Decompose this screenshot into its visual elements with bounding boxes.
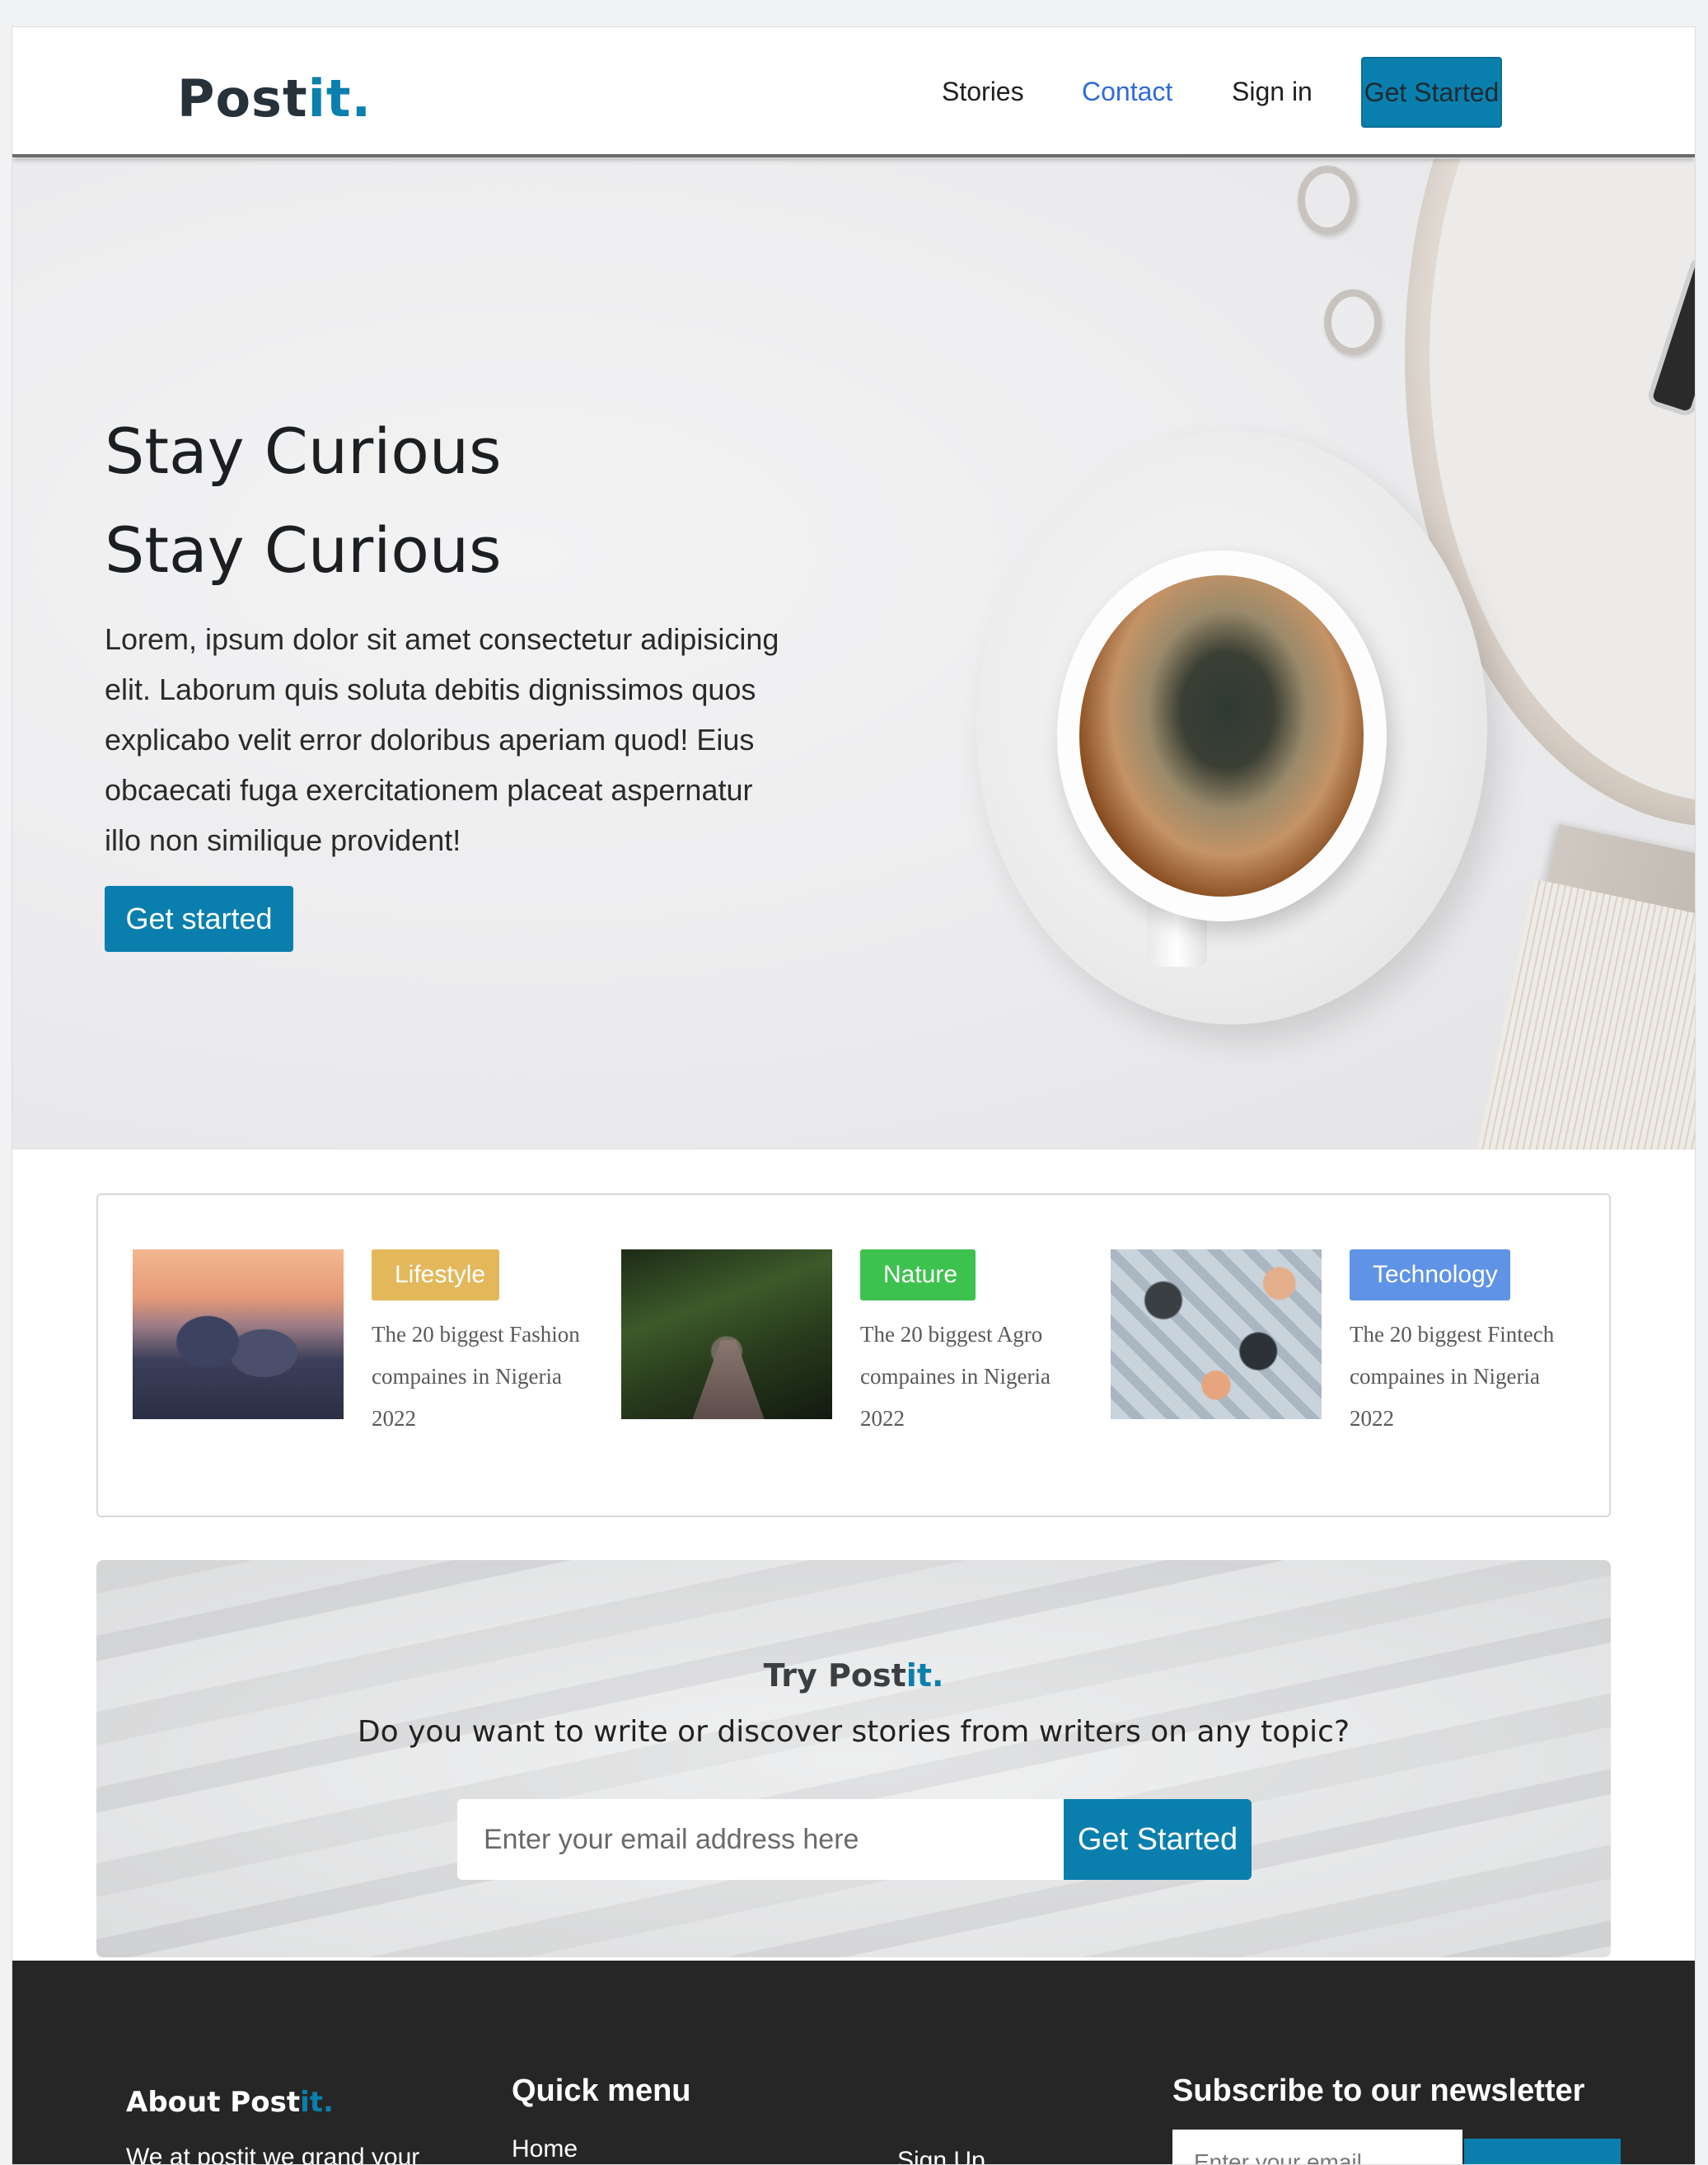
footer-about-title: About Postit.: [126, 2086, 334, 2119]
email-input[interactable]: [457, 1799, 1064, 1880]
try-title-main: Try Post: [763, 1657, 906, 1694]
footer: About Postit. We at postit we grand your…: [12, 1961, 1695, 2165]
newsletter-email-input[interactable]: [1172, 2130, 1462, 2164]
hero-description: Lorem, ipsum dolor sit amet consectetur …: [105, 622, 779, 857]
try-postit-section: Try Postit. Do you want to write or disc…: [96, 1560, 1611, 1957]
about-title-accent: it.: [300, 2086, 334, 2119]
category-description[interactable]: The 20 biggest Agro compaines in Nigeria…: [860, 1314, 1083, 1440]
navbar: Postit. Stories Contact Sign in Get Star…: [12, 27, 1695, 157]
nav-signin-link[interactable]: Sign in: [1232, 77, 1313, 107]
about-title-main: About Post: [126, 2086, 301, 2119]
logo[interactable]: Postit.: [177, 68, 372, 129]
footer-about-text: We at postit we grand your: [126, 2144, 420, 2165]
hero-image-coffee: [1079, 575, 1364, 897]
footer-home-link[interactable]: Home: [512, 2135, 578, 2163]
lifestyle-badge[interactable]: Lifestyle: [372, 1249, 499, 1300]
hero-image-ring: [1298, 166, 1357, 235]
try-postit-title: Try Postit.: [96, 1657, 1611, 1694]
nature-thumbnail[interactable]: [621, 1249, 832, 1419]
hero-image-ring: [1324, 289, 1382, 355]
try-title-accent: it.: [905, 1657, 944, 1694]
hero-section: Stay Curious Stay Curious Lorem, ipsum d…: [12, 159, 1695, 1150]
category-card-nature[interactable]: Nature The 20 biggest Agro compaines in …: [621, 1249, 1083, 1431]
footer-newsletter-title: Subscribe to our newsletter: [1172, 2074, 1585, 2108]
category-description[interactable]: The 20 biggest Fashion compaines in Nige…: [372, 1314, 594, 1440]
page: Postit. Stories Contact Sign in Get Star…: [12, 26, 1696, 2165]
nature-badge[interactable]: Nature: [860, 1249, 976, 1300]
logo-accent: it.: [307, 68, 372, 129]
category-cards: Lifestyle The 20 biggest Fashion compain…: [96, 1193, 1611, 1517]
newsletter-submit-button[interactable]: [1464, 2139, 1621, 2164]
logo-main: Post: [177, 68, 308, 129]
hero-image-book-pages: [1462, 879, 1695, 1150]
try-postit-subtitle: Do you want to write or discover stories…: [357, 1715, 1350, 1749]
footer-quick-menu-title: Quick menu: [512, 2074, 691, 2108]
nav-contact-link[interactable]: Contact: [1082, 77, 1172, 107]
category-card-technology[interactable]: Technology The 20 biggest Fintech compai…: [1111, 1249, 1572, 1431]
lifestyle-thumbnail[interactable]: [133, 1249, 344, 1419]
category-description[interactable]: The 20 biggest Fintech compaines in Nige…: [1350, 1314, 1572, 1440]
nav-stories-link[interactable]: Stories: [942, 77, 1024, 107]
nav-get-started-button[interactable]: Get Started: [1361, 57, 1502, 128]
hero-title-line-1: Stay Curious: [105, 415, 502, 488]
hero-get-started-button[interactable]: Get started: [105, 886, 293, 952]
footer-signup-link[interactable]: Sign Up: [897, 2147, 985, 2164]
category-card-lifestyle[interactable]: Lifestyle The 20 biggest Fashion compain…: [133, 1249, 594, 1431]
hero-title-line-2: Stay Curious: [105, 513, 502, 587]
technology-thumbnail[interactable]: [1111, 1249, 1322, 1419]
technology-badge[interactable]: Technology: [1350, 1249, 1510, 1300]
try-get-started-button[interactable]: Get Started: [1064, 1799, 1252, 1880]
